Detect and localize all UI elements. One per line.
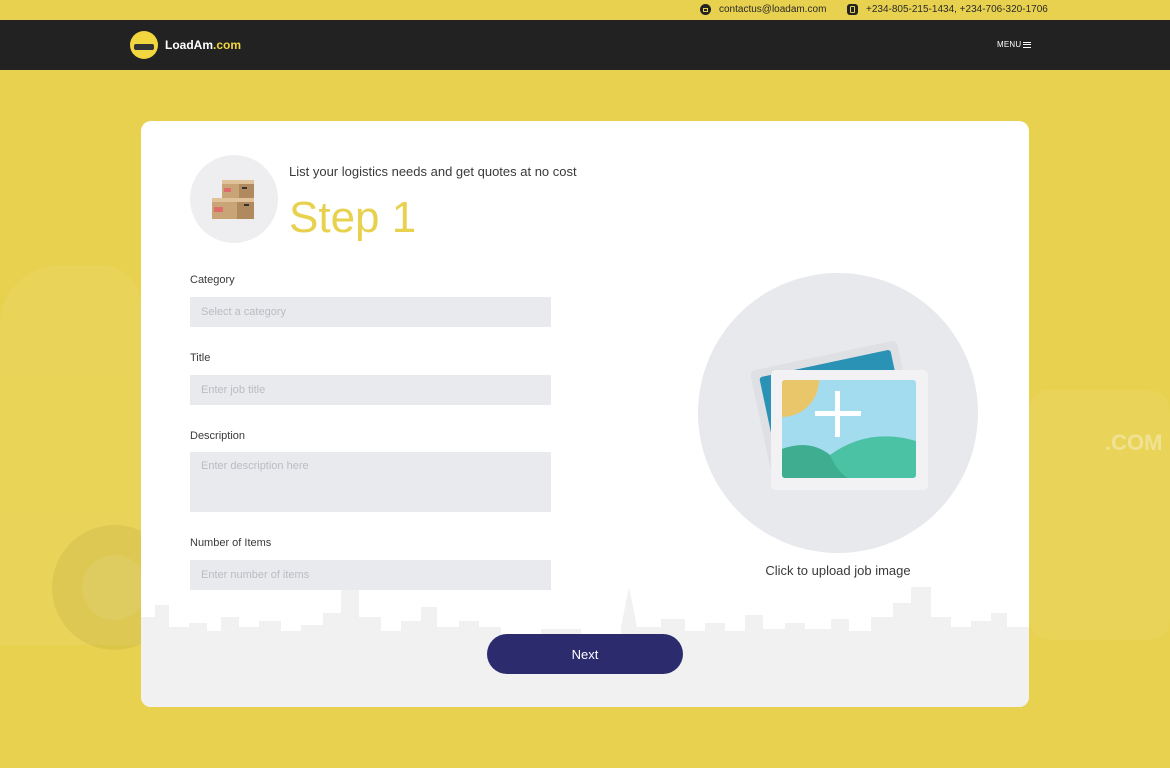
image-upload-area[interactable] — [698, 273, 978, 553]
background-truck-rear — [1029, 390, 1170, 640]
menu-label: MENU — [997, 40, 1022, 49]
contact-email[interactable]: contactus@loadam.com — [700, 4, 826, 15]
boxes-icon — [212, 180, 254, 219]
add-image-icon — [750, 340, 928, 490]
page-subtitle: List your logistics needs and get quotes… — [289, 164, 577, 179]
logo-truck-icon — [130, 31, 158, 59]
category-label: Category — [190, 274, 235, 286]
logo-domain: .com — [213, 38, 242, 52]
logo-text: LoadAm.com — [165, 38, 241, 52]
category-select[interactable] — [190, 297, 551, 327]
mail-icon — [700, 4, 711, 15]
title-input[interactable] — [190, 375, 551, 405]
background-watermark: .COM — [1105, 430, 1163, 455]
navbar: LoadAm.com MENU — [0, 20, 1170, 70]
logo-name: LoadAm — [165, 38, 213, 52]
hamburger-icon — [1023, 41, 1032, 48]
description-textarea[interactable] — [190, 452, 551, 512]
description-label: Description — [190, 430, 246, 442]
items-label: Number of Items — [190, 537, 272, 549]
contact-email-text: contactus@loadam.com — [719, 4, 827, 15]
phone-icon — [847, 4, 858, 15]
logo[interactable]: LoadAm.com — [130, 31, 241, 59]
menu-button[interactable]: MENU — [997, 40, 1032, 49]
step-title: Step 1 — [289, 193, 417, 242]
contact-phone[interactable]: +234-805-215-1434, +234-706-320-1706 — [847, 4, 1048, 15]
items-input[interactable] — [190, 560, 551, 590]
upload-caption: Click to upload job image — [765, 563, 911, 578]
contact-phone-text: +234-805-215-1434, +234-706-320-1706 — [866, 4, 1048, 15]
top-info-bar: contactus@loadam.com +234-805-215-1434, … — [0, 0, 1170, 20]
boxes-illustration — [190, 155, 278, 243]
title-label: Title — [190, 352, 211, 364]
next-button[interactable]: Next — [487, 634, 683, 674]
step-card: List your logistics needs and get quotes… — [141, 121, 1029, 707]
